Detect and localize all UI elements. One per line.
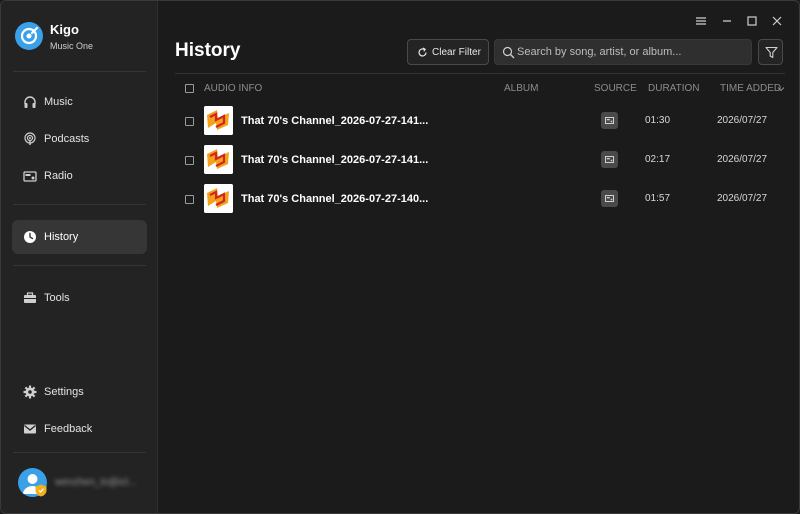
row-checkbox[interactable] <box>185 195 194 204</box>
column-header-audio-info[interactable]: AUDIO INFO <box>204 83 262 94</box>
sidebar-item-settings[interactable]: Settings <box>12 375 147 409</box>
sidebar: Kigo Music One Music Podcasts Radio Hist… <box>1 1 158 513</box>
sidebar-item-label: History <box>44 231 79 243</box>
sidebar-item-label: Podcasts <box>44 133 90 145</box>
user-account[interactable]: wenzhen_lo@icl... <box>18 468 148 498</box>
row-checkbox[interactable] <box>185 117 194 126</box>
app-window: Kigo Music One Music Podcasts Radio Hist… <box>0 0 800 514</box>
toolbox-icon <box>24 292 36 303</box>
search-box[interactable] <box>494 39 752 65</box>
clear-filter-button[interactable]: Clear Filter <box>407 39 489 65</box>
track-duration: 01:30 <box>645 115 671 126</box>
track-title: That 70's Channel_2026-07-27-141... <box>241 115 429 127</box>
track-duration: 02:17 <box>645 154 671 165</box>
brand: Kigo Music One <box>15 21 155 55</box>
album-art <box>204 106 233 135</box>
sidebar-item-tools[interactable]: Tools <box>12 281 147 315</box>
sidebar-item-history[interactable]: History <box>12 220 147 254</box>
app-name: Kigo <box>50 22 79 37</box>
album-art <box>204 145 233 174</box>
radio-source-icon <box>601 151 618 168</box>
radio-icon <box>23 171 37 182</box>
close-icon[interactable] <box>770 14 784 28</box>
headphones-icon <box>24 96 36 108</box>
refresh-icon <box>418 47 427 57</box>
app-subtitle: Music One <box>50 41 94 51</box>
table-divider <box>175 73 785 74</box>
sidebar-item-label: Music <box>44 96 73 108</box>
sidebar-item-radio[interactable]: Radio <box>12 159 147 193</box>
filter-button[interactable] <box>758 39 783 65</box>
sort-icon[interactable] <box>777 85 785 93</box>
sidebar-divider <box>13 452 146 453</box>
table-row[interactable]: That 70's Channel_2026-07-27-141... 01:3… <box>175 104 785 140</box>
track-title: That 70's Channel_2026-07-27-140... <box>241 193 429 205</box>
sidebar-item-feedback[interactable]: Feedback <box>12 412 147 446</box>
column-header-time-added[interactable]: TIME ADDED <box>720 83 781 94</box>
clear-filter-label: Clear Filter <box>432 47 481 58</box>
shield-icon <box>35 484 47 497</box>
table-row[interactable]: That 70's Channel_2026-07-27-140... 01:5… <box>175 182 785 218</box>
sidebar-item-music[interactable]: Music <box>12 85 147 119</box>
sidebar-item-podcasts[interactable]: Podcasts <box>12 122 147 156</box>
minimize-icon[interactable] <box>720 14 734 28</box>
row-checkbox[interactable] <box>185 156 194 165</box>
maximize-icon[interactable] <box>745 14 759 28</box>
menu-icon[interactable] <box>694 14 708 28</box>
column-header-album[interactable]: ALBUM <box>504 83 538 94</box>
clock-icon <box>24 231 36 243</box>
filter-icon <box>765 46 778 59</box>
radio-source-icon <box>601 190 618 207</box>
sidebar-item-label: Radio <box>44 170 73 182</box>
sidebar-divider <box>13 71 146 72</box>
select-all-checkbox[interactable] <box>185 84 194 93</box>
table-row[interactable]: That 70's Channel_2026-07-27-141... 02:1… <box>175 143 785 179</box>
album-art <box>204 184 233 213</box>
column-header-duration[interactable]: DURATION <box>648 83 699 94</box>
app-logo-icon <box>15 22 43 50</box>
sidebar-divider <box>13 204 146 205</box>
page-title: History <box>175 40 241 61</box>
sidebar-item-label: Settings <box>44 386 84 398</box>
sidebar-divider <box>13 265 146 266</box>
track-duration: 01:57 <box>645 193 671 204</box>
user-email: wenzhen_lo@icl... <box>55 477 137 488</box>
podcast-icon <box>24 132 36 145</box>
track-time-added: 2026/07/27 <box>717 115 768 126</box>
gear-icon <box>23 385 37 399</box>
column-header-source[interactable]: SOURCE <box>594 83 637 94</box>
sidebar-item-label: Feedback <box>44 423 93 435</box>
sidebar-item-label: Tools <box>44 292 70 304</box>
track-title: That 70's Channel_2026-07-27-141... <box>241 154 429 166</box>
track-time-added: 2026/07/27 <box>717 193 768 204</box>
radio-source-icon <box>601 112 618 129</box>
search-input[interactable] <box>517 43 745 61</box>
track-time-added: 2026/07/27 <box>717 154 768 165</box>
search-icon <box>502 46 515 59</box>
mail-icon <box>24 424 36 434</box>
